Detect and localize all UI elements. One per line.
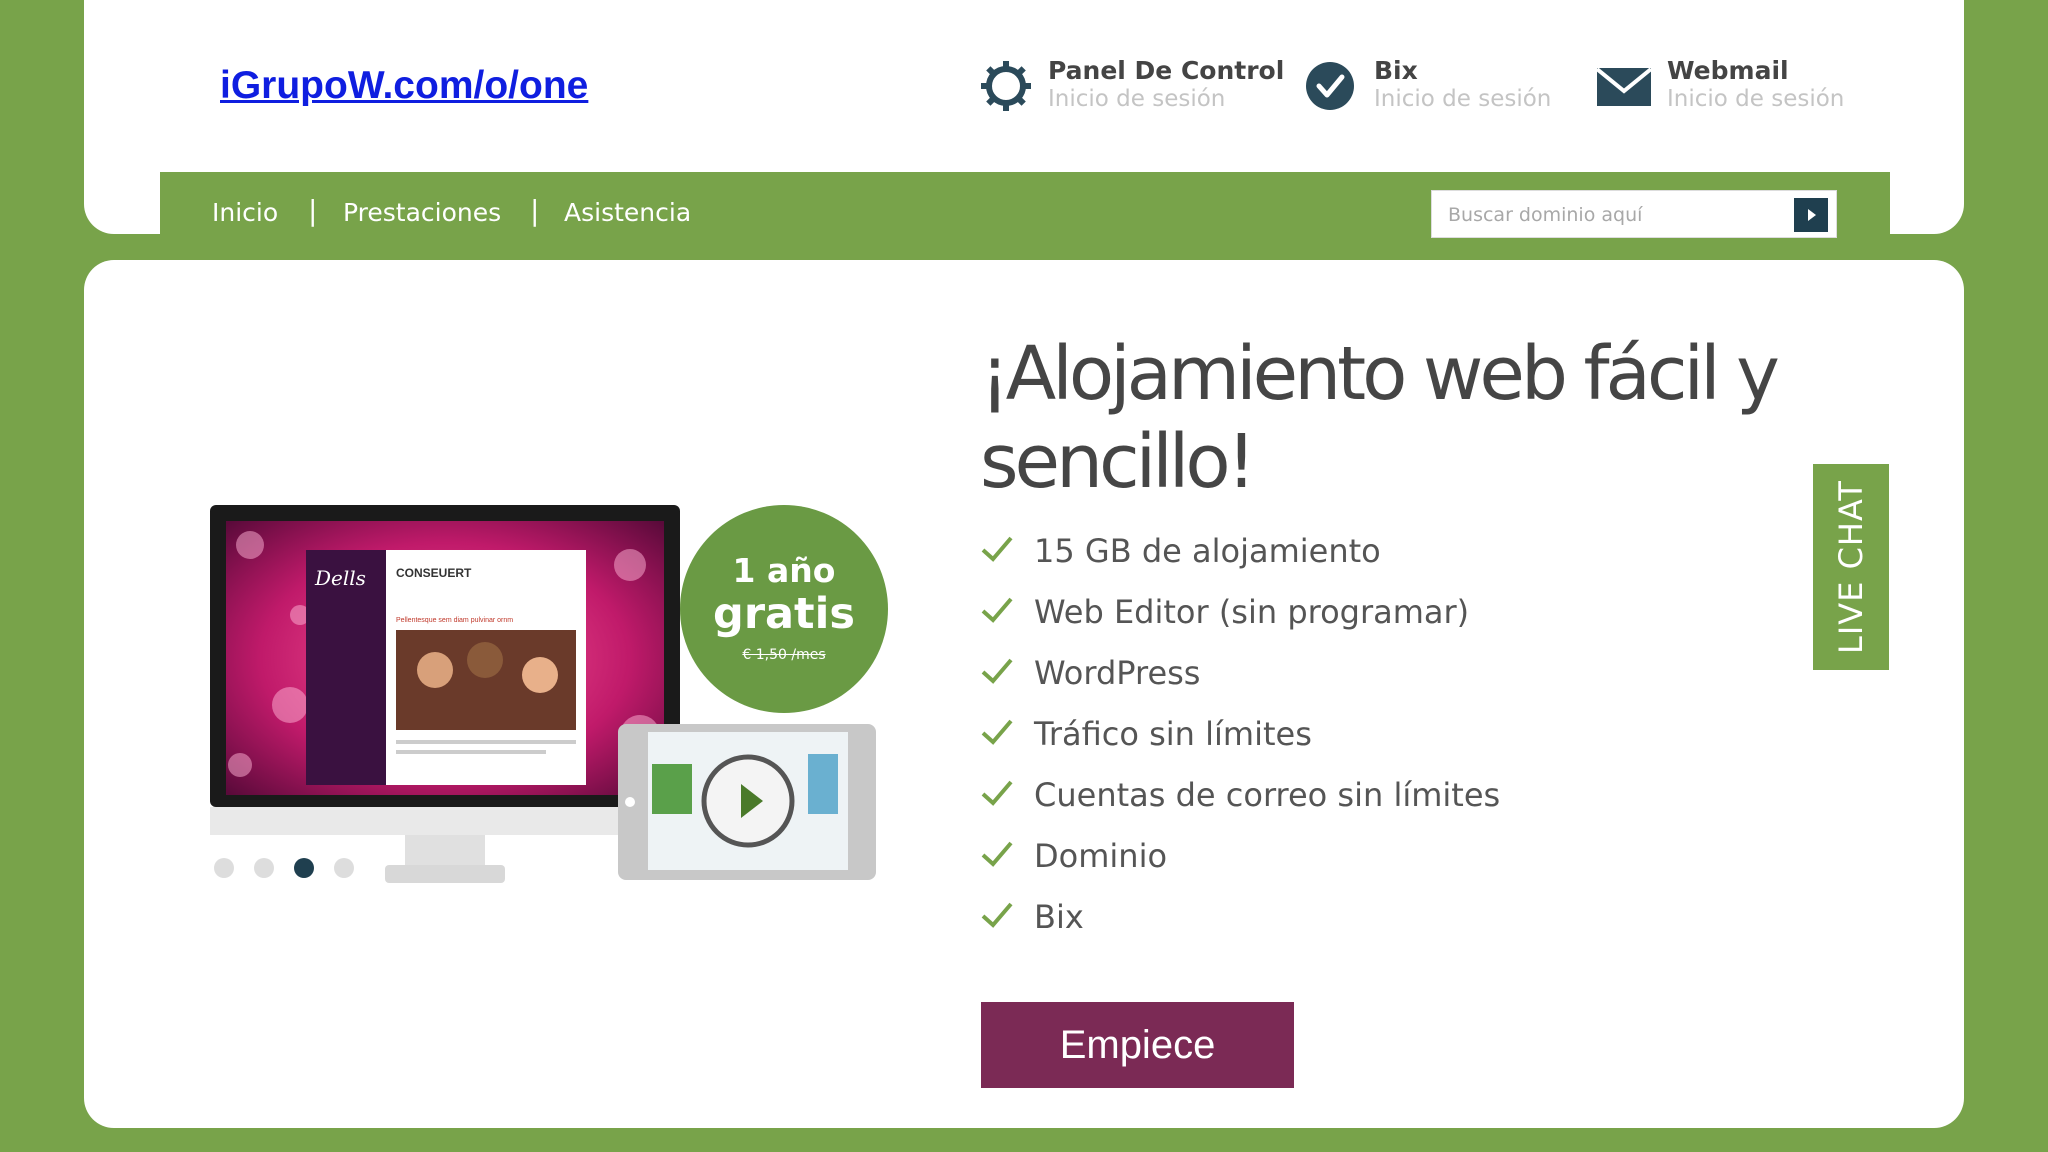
carousel-dot[interactable] — [254, 858, 274, 878]
monitor-site-tagline: Pellentesque sem diam pulvinar ornm — [396, 617, 513, 624]
search-submit-button[interactable] — [1794, 198, 1828, 232]
checkmark-icon — [981, 658, 1013, 684]
badge-old-price: € 1,50 /mes — [742, 647, 826, 663]
checkmark-icon — [981, 841, 1013, 867]
checkmark-icon — [981, 902, 1013, 928]
empiece-button[interactable]: Empiece — [981, 1002, 1294, 1088]
nav-prestaciones[interactable]: Prestaciones — [343, 198, 501, 227]
feature-text: Dominio — [1034, 837, 1168, 875]
domain-search-input[interactable] — [1446, 199, 1780, 231]
panel-title: Panel De Control — [1048, 56, 1285, 85]
live-chat-tab[interactable]: LIVE CHAT — [1813, 464, 1889, 670]
webmail-title: Webmail — [1667, 56, 1789, 85]
hero-headline: ¡Alojamiento web fácil y sencillo! — [980, 330, 1880, 506]
feature-text: Web Editor (sin programar) — [1034, 593, 1470, 631]
promo-badge: 1 año gratis € 1,50 /mes — [680, 505, 888, 713]
carousel-dot[interactable] — [214, 858, 234, 878]
feature-text: WordPress — [1034, 654, 1201, 692]
live-chat-label: LIVE CHAT — [1832, 480, 1870, 654]
gear-icon — [981, 61, 1031, 111]
nav-inicio[interactable]: Inicio — [212, 198, 278, 227]
main-nav: Inicio | Prestaciones | Asistencia — [160, 172, 1890, 256]
carousel-dot-active[interactable] — [294, 858, 314, 878]
feature-text: 15 GB de alojamiento — [1034, 532, 1381, 570]
checkmark-icon — [981, 780, 1013, 806]
check-circle-icon — [1306, 62, 1354, 110]
checkmark-icon — [981, 597, 1013, 623]
feature-text: Tráfico sin límites — [1034, 715, 1312, 753]
bix-title: Bix — [1374, 56, 1418, 85]
site-url-link[interactable]: iGrupoW.com/o/one — [220, 64, 588, 108]
checkmark-icon — [981, 536, 1013, 562]
domain-search — [1431, 190, 1837, 238]
nav-separator: | — [530, 194, 540, 227]
badge-line2: gratis — [713, 589, 855, 639]
feature-text: Bix — [1034, 898, 1084, 936]
feature-text: Cuentas de correo sin límites — [1034, 776, 1501, 814]
panel-subtitle: Inicio de sesión — [1048, 86, 1226, 112]
video-tablet-illustration — [618, 724, 876, 880]
bix-subtitle: Inicio de sesión — [1374, 86, 1552, 112]
monitor-site-heading: CONSEUERT — [396, 566, 472, 580]
badge-line1: 1 año — [732, 551, 836, 590]
hero-headline-line1: ¡Alojamiento web fácil y — [980, 331, 1780, 417]
nav-asistencia[interactable]: Asistencia — [564, 198, 691, 227]
monitor-site-logo: Dells — [314, 566, 366, 590]
checkmark-icon — [981, 719, 1013, 745]
nav-separator: | — [308, 194, 318, 227]
webmail-subtitle: Inicio de sesión — [1667, 86, 1845, 112]
hero-headline-line2: sencillo! — [980, 419, 1256, 505]
carousel-dot[interactable] — [334, 858, 354, 878]
envelope-icon — [1597, 67, 1653, 106]
